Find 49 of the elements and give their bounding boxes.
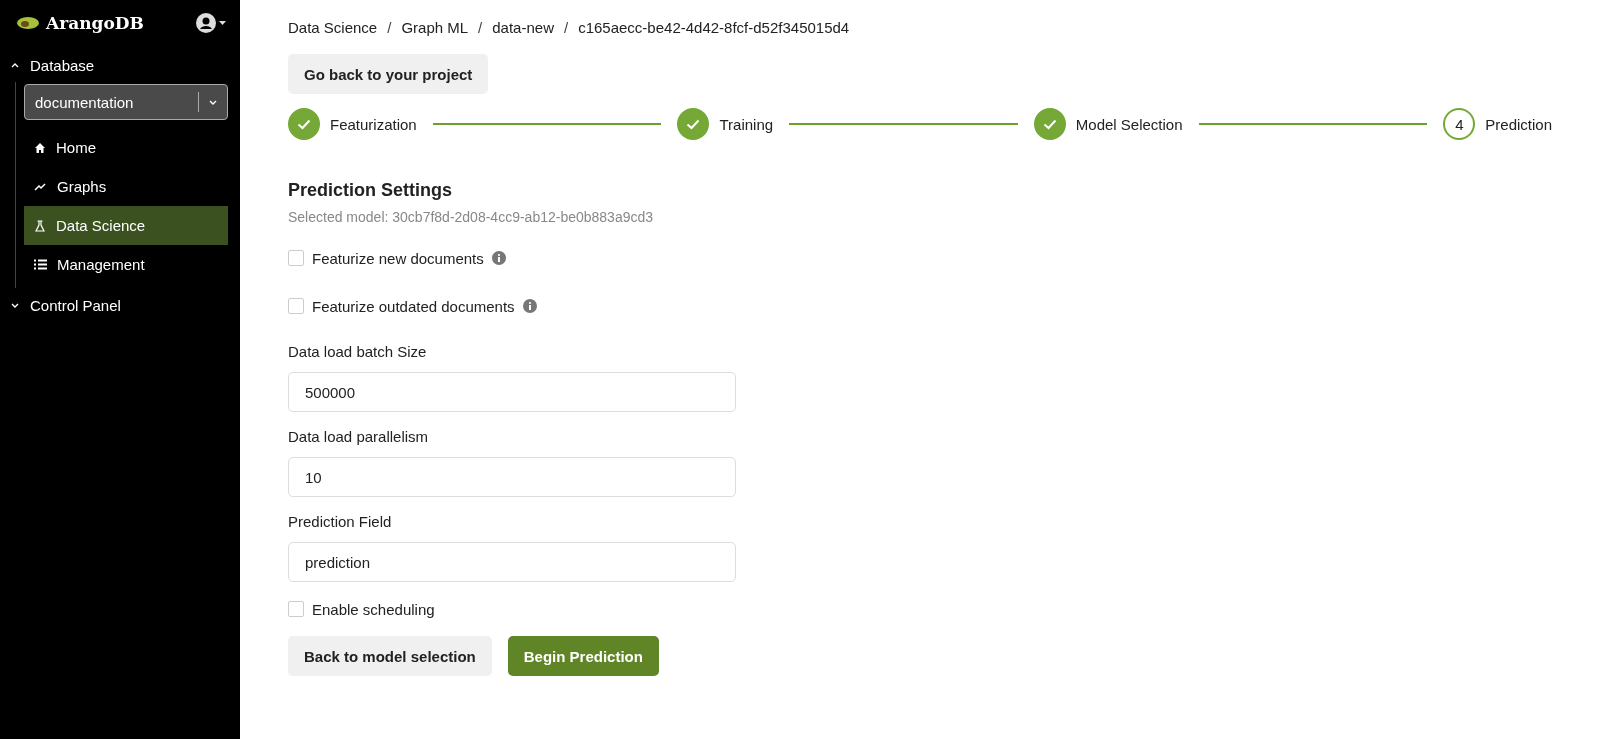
info-icon: [522, 299, 537, 313]
field-label: Data load batch Size: [288, 343, 428, 360]
info-icon: [491, 251, 506, 265]
check-icon: [1042, 118, 1057, 130]
section-title: Prediction Settings: [288, 180, 453, 201]
checkbox[interactable]: [288, 250, 304, 266]
user-icon[interactable]: [196, 13, 216, 33]
input-field[interactable]: prediction: [288, 542, 736, 582]
checkbox-label: Featurize outdated documents: [312, 297, 515, 315]
checkbox-label: Featurize new documents: [312, 249, 484, 267]
breadcrumb[interactable]: data-new: [492, 18, 554, 36]
checkbox[interactable]: [288, 298, 304, 314]
breadcrumb-separator: /: [387, 18, 392, 36]
input-field[interactable]: 10: [288, 457, 736, 497]
checkbox-label: Enable scheduling: [312, 600, 435, 618]
breadcrumb-separator: /: [478, 18, 483, 36]
caret-icon[interactable]: [219, 20, 226, 26]
field-label: Prediction Field: [288, 513, 393, 530]
input-field[interactable]: 500000: [288, 372, 736, 412]
list-icon: [34, 259, 47, 270]
trend-icon: [34, 180, 47, 193]
flask-icon: [34, 219, 46, 232]
primary-button[interactable]: Begin Prediction: [507, 636, 659, 676]
database-select[interactable]: documentation: [24, 84, 228, 120]
home-icon: [34, 141, 46, 154]
breadcrumb[interactable]: Graph ML: [401, 18, 469, 36]
back-to-project-button[interactable]: Go back to your project: [288, 54, 489, 94]
sidebar-section[interactable]: Database: [0, 48, 240, 82]
sidebar-item[interactable]: Graphs: [24, 167, 228, 206]
checkbox[interactable]: [288, 601, 304, 617]
check-icon: [686, 118, 701, 130]
breadcrumb[interactable]: c165aecc-be42-4d42-8fcf-d52f345015d4: [578, 18, 850, 36]
field-label: Data load parallelism: [288, 428, 430, 445]
sidebar-item[interactable]: Home: [24, 128, 228, 167]
brand-name: ArangoDB: [46, 13, 144, 33]
sidebar-section[interactable]: Control Panel: [0, 288, 240, 322]
step-label: Featurization: [330, 115, 417, 133]
breadcrumb[interactable]: Data Science: [288, 18, 378, 36]
check-icon: [297, 118, 311, 130]
sidebar-item[interactable]: Data Science: [24, 206, 228, 245]
selected-model-text: Selected model: 30cb7f8d-2d08-4cc9-ab12-be0b883a9cd3: [288, 209, 654, 225]
step-label: Model Selection: [1075, 115, 1183, 133]
avocado-logo-icon: [16, 16, 40, 30]
step-indicator: 4: [1443, 108, 1476, 140]
breadcrumb-separator: /: [564, 18, 569, 36]
secondary-button[interactable]: Back to model selection: [288, 636, 492, 676]
sidebar-item[interactable]: Management: [24, 245, 228, 284]
step-label: Training: [719, 115, 774, 133]
step-label: Prediction: [1485, 115, 1552, 133]
